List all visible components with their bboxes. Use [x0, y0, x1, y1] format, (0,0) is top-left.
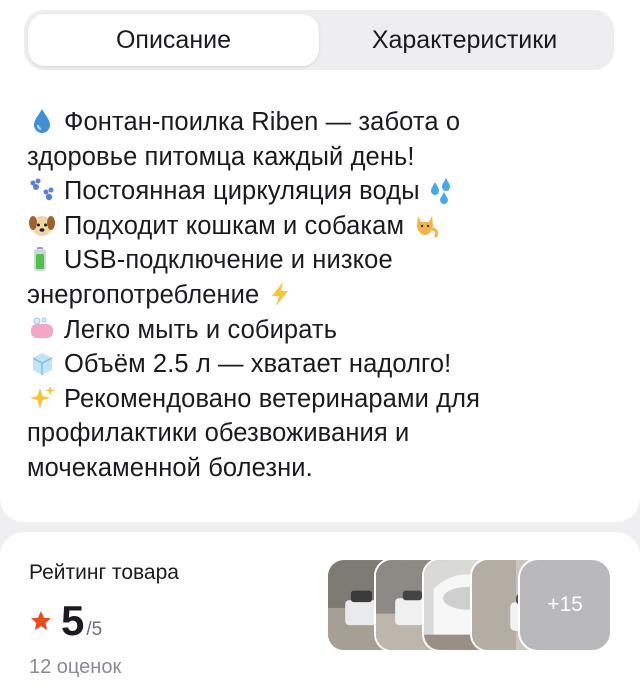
description-line: мочекаменной болезни. — [27, 453, 313, 482]
paw-prints-icon — [30, 178, 54, 201]
more-photos-button[interactable]: +15 — [518, 558, 612, 652]
rating-max: /5 — [86, 619, 103, 640]
description-line: Объём 2.5 л — хватает надолго! — [64, 350, 452, 379]
review-photos: +15 — [326, 558, 616, 652]
splash-icon — [430, 178, 450, 205]
rating-value: 5 — [61, 597, 85, 644]
rating-score: 5 /5 — [29, 600, 102, 642]
description-line: Подходит кошкам и собакам — [64, 211, 405, 240]
cat-icon — [417, 215, 439, 238]
battery-icon — [34, 247, 46, 272]
description-line: профилактики обезвоживания и — [27, 419, 410, 448]
rating-title: Рейтинг товара — [29, 561, 179, 584]
description-line: Рекомендовано ветеринарами для — [64, 384, 480, 413]
tab-characteristics[interactable]: Характеристики — [319, 14, 610, 66]
lightning-icon — [272, 281, 289, 306]
ice-cube-icon — [32, 353, 53, 376]
droplet-icon — [34, 109, 50, 133]
description-line: USB-подключение и низкое — [64, 246, 393, 275]
description-line: Постоянная циркуляция воды — [64, 177, 420, 206]
tab-description[interactable]: Описание — [28, 14, 319, 66]
dog-icon — [29, 215, 55, 236]
description-line: Фонтан-поилка Riben — забота о — [64, 108, 461, 136]
description-card: Описание Характеристики Фонтан-поилка Ri… — [0, 0, 640, 522]
description-line: здоровье питомца каждый день! — [27, 142, 415, 171]
description-text: Фонтан-поилка Riben — забота о здоровье … — [27, 105, 617, 486]
reviews-count[interactable]: 12 оценок — [29, 656, 121, 679]
sparkles-icon — [30, 385, 55, 409]
description-line: энергопотребление — [27, 280, 260, 309]
soap-icon — [31, 317, 53, 338]
rating-card[interactable]: Рейтинг товара 5 /5 12 оценок +15 — [0, 532, 640, 700]
description-line: Легко мыть и собирать — [64, 315, 338, 344]
star-icon — [31, 611, 51, 630]
tab-switcher: Описание Характеристики — [24, 10, 614, 70]
